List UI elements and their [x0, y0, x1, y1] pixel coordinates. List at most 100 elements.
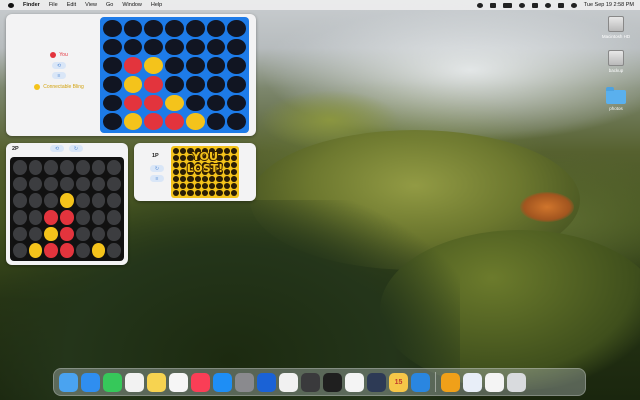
empty-slot[interactable]	[227, 75, 246, 93]
empty-slot[interactable]	[227, 94, 246, 112]
calculator-icon[interactable]	[301, 372, 320, 392]
empty-slot[interactable]	[107, 193, 121, 208]
wifi-icon[interactable]	[531, 2, 538, 8]
yellow-disc[interactable]	[165, 94, 184, 112]
empty-slot[interactable]	[28, 193, 43, 208]
empty-slot[interactable]	[107, 176, 121, 192]
empty-slot[interactable]	[13, 193, 27, 208]
empty-slot[interactable]	[103, 38, 122, 56]
menu-button[interactable]: ≡	[150, 175, 164, 182]
battery-icon[interactable]	[502, 2, 512, 8]
red-disc[interactable]	[44, 210, 59, 225]
empty-slot[interactable]	[206, 75, 226, 93]
menu-clock[interactable]: Tue Sep 19 2:58 PM	[584, 2, 634, 8]
siri-icon[interactable]	[570, 2, 577, 8]
calendar-icon[interactable]: 15	[389, 372, 408, 392]
empty-slot[interactable]	[103, 75, 122, 93]
empty-slot[interactable]	[13, 160, 27, 175]
yellow-disc[interactable]	[28, 243, 43, 258]
menu-button[interactable]: ≡	[52, 72, 66, 79]
menu-extra-icon[interactable]	[489, 2, 496, 8]
empty-slot[interactable]	[60, 176, 74, 192]
empty-slot[interactable]	[144, 20, 164, 37]
onepassword-icon[interactable]	[463, 372, 482, 392]
red-disc[interactable]	[60, 243, 74, 258]
menu-help[interactable]: Help	[151, 2, 162, 8]
menu-file[interactable]: File	[49, 2, 58, 8]
connectfour-icon[interactable]	[441, 372, 460, 392]
empty-slot[interactable]	[28, 226, 43, 242]
empty-slot[interactable]	[75, 193, 90, 208]
yellow-disc[interactable]	[185, 113, 205, 130]
empty-slot[interactable]	[227, 38, 246, 56]
empty-slot[interactable]	[13, 176, 27, 192]
control-center-icon[interactable]	[557, 2, 564, 8]
empty-slot[interactable]	[103, 57, 122, 74]
empty-slot[interactable]	[165, 38, 184, 56]
empty-slot[interactable]	[185, 75, 205, 93]
empty-slot[interactable]	[107, 210, 121, 225]
empty-slot[interactable]	[123, 20, 143, 37]
empty-slot[interactable]	[75, 226, 90, 242]
reminders-icon[interactable]	[125, 372, 144, 392]
empty-slot[interactable]	[165, 75, 184, 93]
empty-slot[interactable]	[103, 20, 122, 37]
yellow-disc[interactable]	[123, 75, 143, 93]
undo-button[interactable]: ⟲	[50, 145, 64, 152]
screen-recording-icon[interactable]	[476, 2, 483, 8]
apple-logo-icon[interactable]	[8, 2, 14, 8]
yellow-disc[interactable]	[60, 193, 74, 208]
freeform-icon[interactable]	[169, 372, 188, 392]
desktop-item-backup[interactable]: backup	[598, 50, 634, 73]
music-icon[interactable]	[191, 372, 210, 392]
empty-slot[interactable]	[44, 160, 59, 175]
empty-slot[interactable]	[60, 160, 74, 175]
empty-slot[interactable]	[165, 57, 184, 74]
notes-icon[interactable]	[147, 372, 166, 392]
settings-icon[interactable]	[235, 372, 254, 392]
empty-slot[interactable]	[75, 176, 90, 192]
slack-icon[interactable]	[345, 372, 364, 392]
empty-slot[interactable]	[91, 210, 106, 225]
yellow-disc[interactable]	[144, 57, 164, 74]
empty-slot[interactable]	[91, 160, 106, 175]
terminal-icon[interactable]	[323, 372, 342, 392]
empty-slot[interactable]	[75, 210, 90, 225]
empty-slot[interactable]	[206, 94, 226, 112]
yellow-disc[interactable]	[44, 226, 59, 242]
yellow-disc[interactable]	[123, 113, 143, 130]
empty-slot[interactable]	[107, 243, 121, 258]
appstore-icon[interactable]	[213, 372, 232, 392]
empty-slot[interactable]	[206, 57, 226, 74]
red-disc[interactable]	[144, 94, 164, 112]
screen-icon[interactable]	[367, 372, 386, 392]
empty-slot[interactable]	[107, 160, 121, 175]
connect-four-2p-widget[interactable]: 2P ⟲ ↻	[6, 143, 128, 265]
messages-icon[interactable]	[103, 372, 122, 392]
menu-app-name[interactable]: Finder	[23, 2, 40, 8]
empty-slot[interactable]	[103, 94, 122, 112]
red-disc[interactable]	[123, 94, 143, 112]
search-icon[interactable]	[544, 2, 551, 8]
empty-slot[interactable]	[13, 243, 27, 258]
empty-slot[interactable]	[185, 94, 205, 112]
xcode-icon[interactable]	[411, 372, 430, 392]
empty-slot[interactable]	[75, 243, 90, 258]
empty-slot[interactable]	[28, 176, 43, 192]
empty-slot[interactable]	[91, 226, 106, 242]
red-disc[interactable]	[144, 113, 164, 130]
desktop-item-macintosh-hd[interactable]: Macintosh HD	[598, 16, 634, 39]
empty-slot[interactable]	[13, 226, 27, 242]
empty-slot[interactable]	[206, 113, 226, 130]
menu-edit[interactable]: Edit	[67, 2, 76, 8]
empty-slot[interactable]	[91, 176, 106, 192]
empty-slot[interactable]	[165, 20, 184, 37]
empty-slot[interactable]	[91, 193, 106, 208]
menu-go[interactable]: Go	[106, 2, 113, 8]
red-disc[interactable]	[60, 210, 74, 225]
safari-icon[interactable]	[81, 372, 100, 392]
red-disc[interactable]	[44, 243, 59, 258]
restart-button[interactable]: ↻	[69, 145, 83, 152]
empty-slot[interactable]	[144, 38, 164, 56]
yellow-disc[interactable]	[91, 243, 106, 258]
